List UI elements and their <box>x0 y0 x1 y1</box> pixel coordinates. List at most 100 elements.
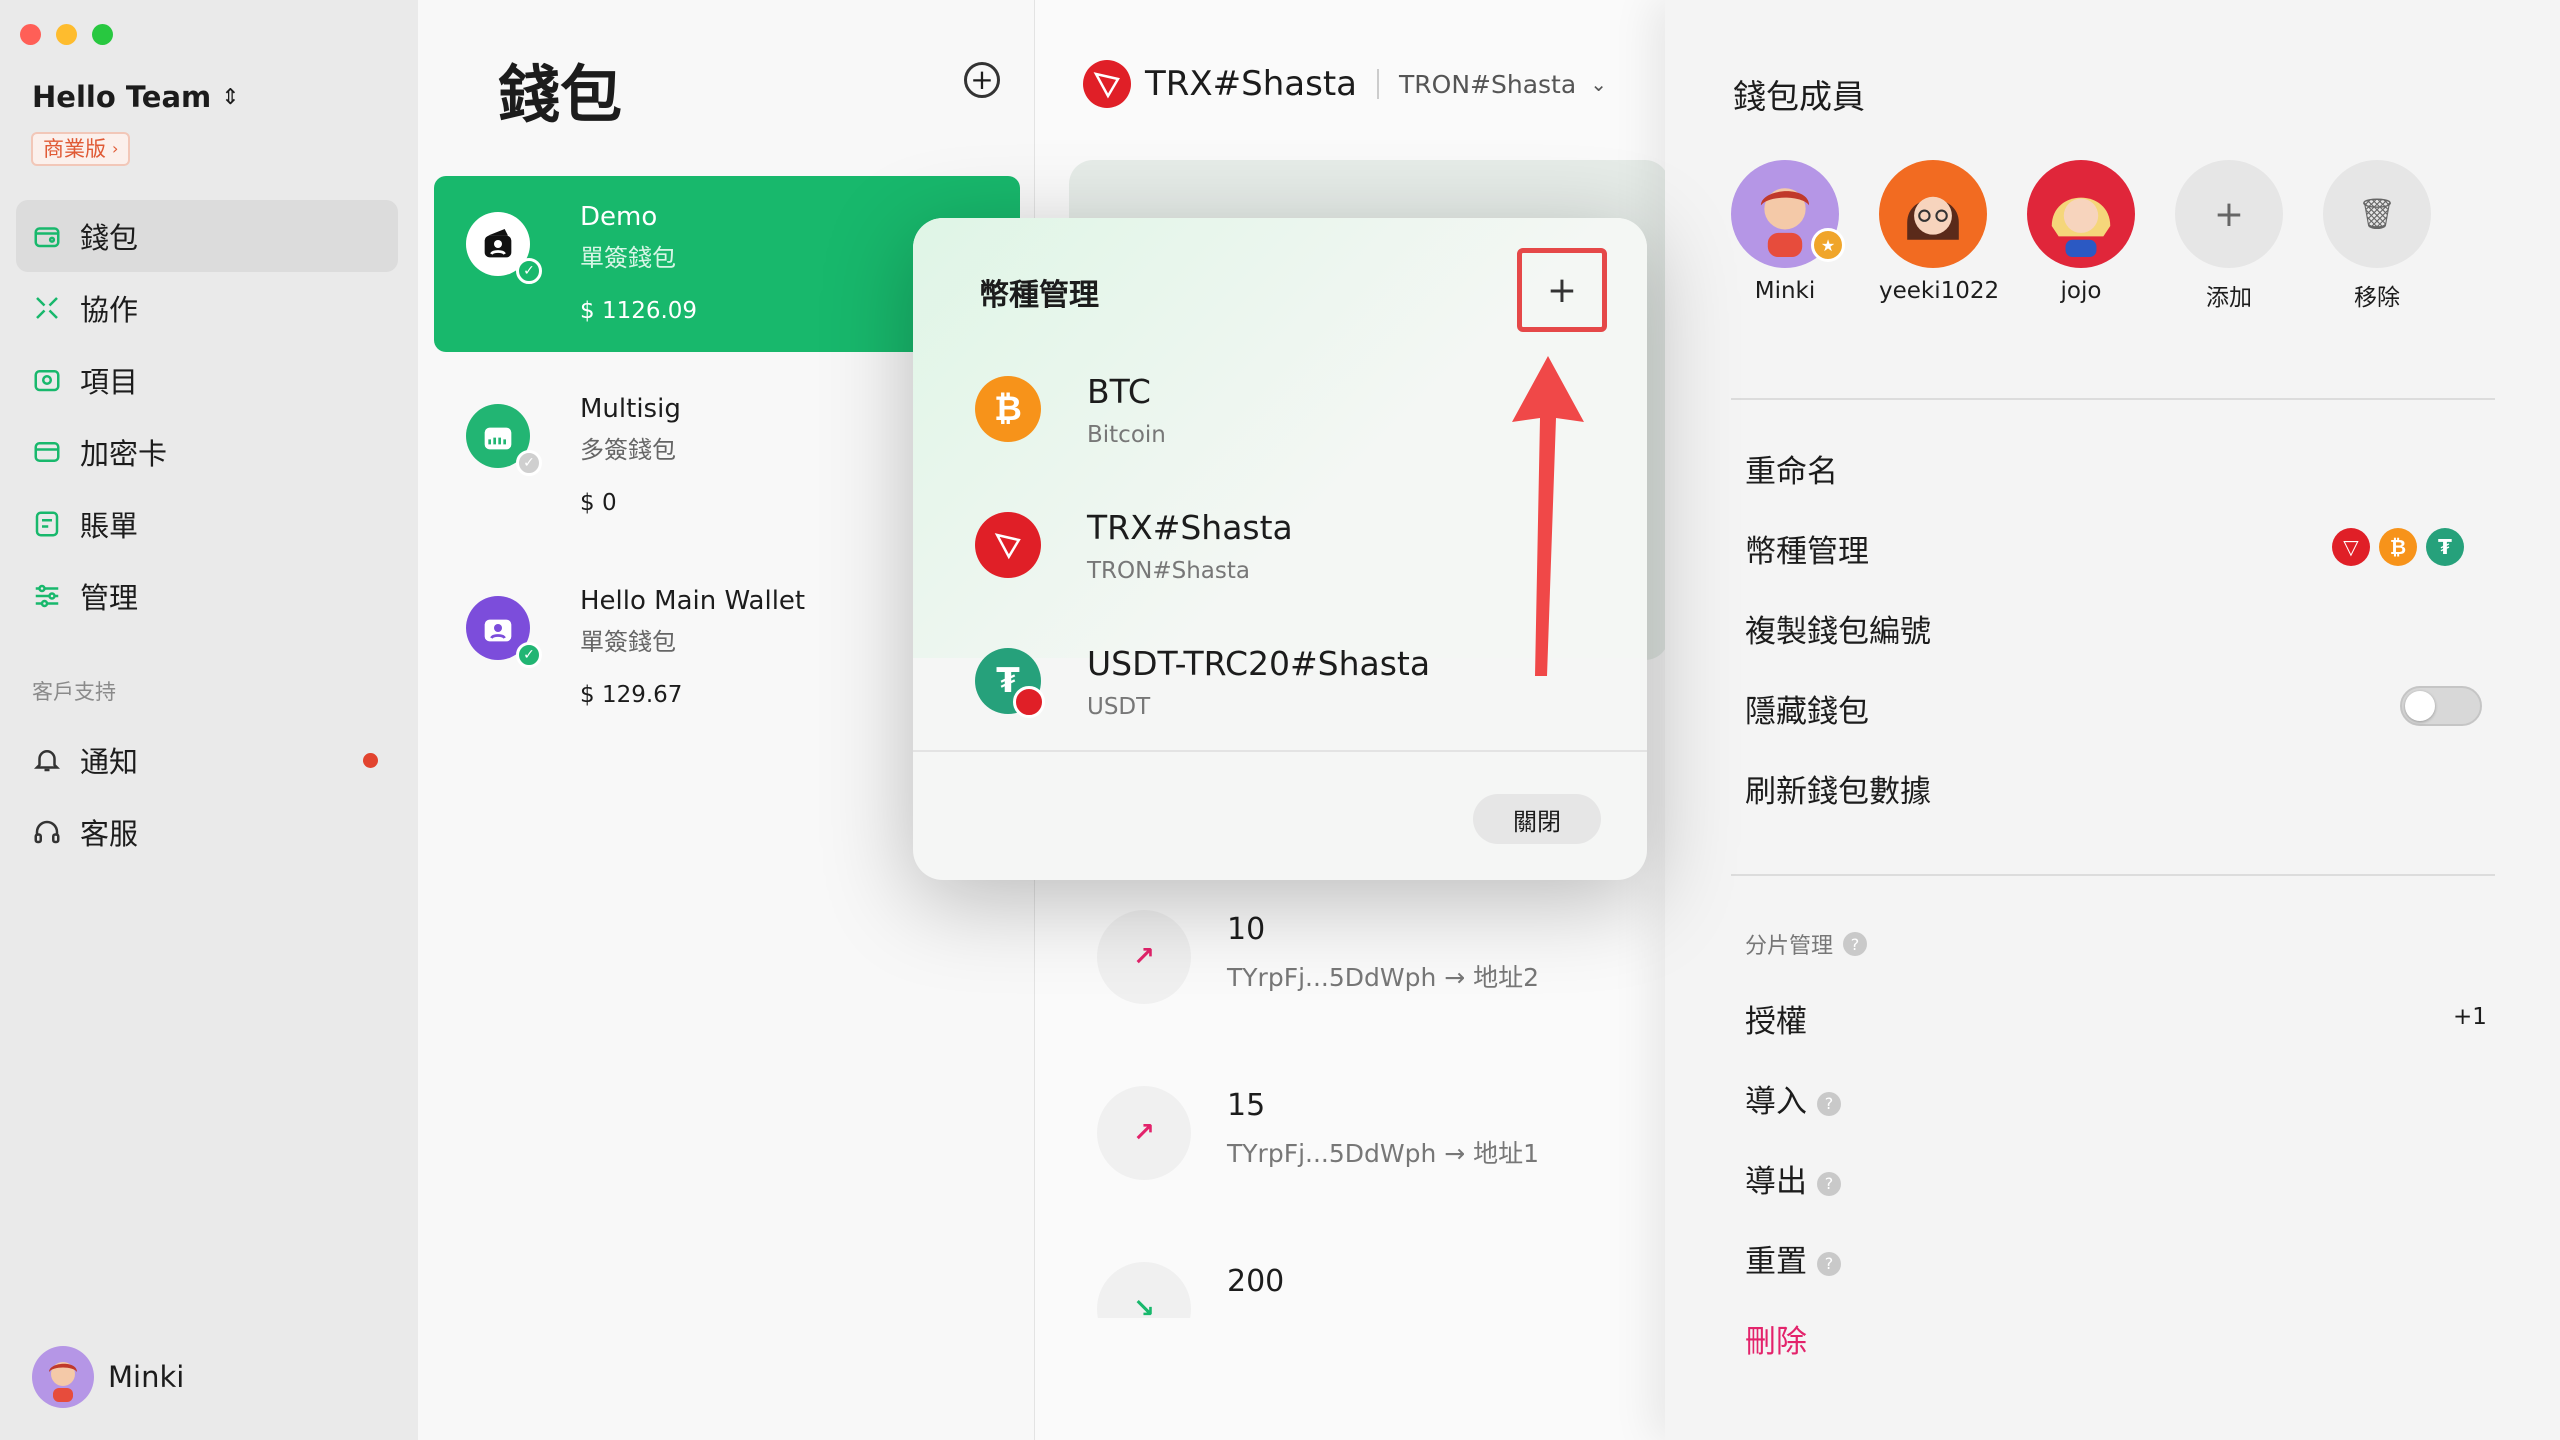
members-title: 錢包成員 <box>1733 77 1865 116</box>
sidebar: Hello Team ⇕ 商業版 › 錢包 協作 項目 加密卡 賬單 管理 客戶… <box>0 0 418 1440</box>
wallet-balance: $ 0 <box>580 490 617 516</box>
help-icon[interactable]: ? <box>1843 932 1868 956</box>
minimize-window-button[interactable] <box>56 24 77 45</box>
add-coin-button[interactable]: + <box>1517 248 1607 332</box>
window-controls <box>20 24 113 45</box>
unread-dot <box>363 752 378 768</box>
member-minki[interactable]: ★ Minki <box>1731 160 1845 312</box>
delete-wallet-action[interactable]: 刪除 <box>1745 1316 1807 1361</box>
chain-selector[interactable]: TRX#Shasta TRON#Shasta ⌄ <box>1083 60 1607 108</box>
coin-manage-action[interactable]: 幣種管理 <box>1745 526 1869 571</box>
sidebar-item-project[interactable]: 項目 <box>16 344 398 416</box>
hide-wallet-label: 隱藏錢包 <box>1745 694 1869 730</box>
add-member-button[interactable]: + 添加 <box>2175 160 2283 312</box>
close-window-button[interactable] <box>20 24 41 45</box>
help-icon[interactable]: ? <box>1817 1171 1841 1196</box>
member-yeeki1022[interactable]: yeeki1022 <box>1879 160 2000 312</box>
sliders-icon <box>35 584 59 608</box>
rename-action[interactable]: 重命名 <box>1745 446 1838 491</box>
avatar <box>32 1346 94 1408</box>
reset-label: 重置 <box>1745 1244 1807 1280</box>
tron-icon <box>975 512 1041 578</box>
main-nav: 錢包 協作 項目 加密卡 賬單 管理 <box>16 200 398 632</box>
sidebar-item-label: 管理 <box>80 581 139 615</box>
maximize-window-button[interactable] <box>92 24 113 45</box>
wallet-name: Demo <box>580 202 658 232</box>
member-name: yeeki1022 <box>1879 278 2000 304</box>
support-nav: 通知 客服 <box>16 724 398 868</box>
plus-icon: + <box>2175 160 2283 268</box>
sidebar-item-collaborate[interactable]: 協作 <box>16 272 398 344</box>
remove-member-button[interactable]: 🗑 移除 <box>2323 160 2431 312</box>
sidebar-item-notifications[interactable]: 通知 <box>16 724 398 796</box>
reset-action[interactable]: 重置? <box>1745 1236 1841 1281</box>
coin-name: USDT-TRC20#Shasta <box>1087 644 1431 683</box>
annotation-arrow-icon <box>1512 356 1584 676</box>
coin-row-usdt[interactable]: ₮ USDT-TRC20#Shasta USDT <box>975 638 1575 748</box>
incoming-arrow-icon: ↘ <box>1097 1262 1191 1318</box>
chevron-down-icon: ⌄ <box>1590 72 1607 96</box>
coin-name: BTC <box>1087 372 1151 411</box>
sidebar-item-manage[interactable]: 管理 <box>16 560 398 632</box>
transaction-row[interactable]: ↗ 15 TYrpFj...5DdWph → 地址1 <box>1097 1076 1617 1186</box>
copy-wallet-id-action[interactable]: 複製錢包編號 <box>1745 606 1931 651</box>
help-icon[interactable]: ? <box>1817 1251 1841 1276</box>
wallet-type: 單簽錢包 <box>580 244 676 272</box>
wallet-type: 多簽錢包 <box>580 436 676 464</box>
modal-title: 幣種管理 <box>979 278 1099 313</box>
coin-name: TRX#Shasta <box>1087 508 1293 547</box>
transaction-row[interactable]: ↘ 200 <box>1097 1252 1617 1318</box>
bill-icon <box>35 511 59 537</box>
bitcoin-icon: ₿ <box>975 376 1041 442</box>
verified-check-icon: ✓ <box>516 642 542 668</box>
avatar-face-icon <box>49 1362 77 1402</box>
coin-row-btc[interactable]: ₿ BTC Bitcoin <box>975 366 1575 476</box>
sidebar-item-label: 協作 <box>80 293 139 327</box>
plan-badge[interactable]: 商業版 › <box>31 132 131 166</box>
authorize-count: +1 <box>2453 1004 2487 1030</box>
export-action[interactable]: 導出? <box>1745 1156 1841 1201</box>
divider <box>913 750 1647 752</box>
chevron-updown-icon: ⇕ <box>221 84 240 110</box>
current-user[interactable]: Minki <box>32 1346 184 1408</box>
divider <box>1377 69 1380 99</box>
enabled-coins-preview: ▽ ₿ ₮ <box>2332 528 2464 566</box>
wallet-balance: $ 1126.09 <box>580 298 698 324</box>
sidebar-item-support[interactable]: 客服 <box>16 796 398 868</box>
user-name: Minki <box>108 1360 185 1394</box>
import-label: 導入 <box>1745 1084 1807 1120</box>
sidebar-item-bill[interactable]: 賬單 <box>16 488 398 560</box>
team-switcher[interactable]: Hello Team ⇕ <box>32 80 240 114</box>
authorize-action[interactable]: 授權 <box>1745 996 1807 1041</box>
owner-star-icon: ★ <box>1811 228 1845 262</box>
divider <box>1731 874 2495 876</box>
tx-amount: 200 <box>1227 1264 1285 1299</box>
chevron-right-icon: › <box>112 139 119 158</box>
help-icon[interactable]: ? <box>1817 1091 1841 1116</box>
coin-subtitle: Bitcoin <box>1087 422 1166 448</box>
tron-icon: ▽ <box>2332 528 2370 566</box>
tron-badge-icon <box>1013 686 1045 718</box>
sidebar-item-wallet[interactable]: 錢包 <box>16 200 398 272</box>
hide-wallet-toggle[interactable] <box>2400 686 2482 726</box>
coin-row-trx[interactable]: TRX#Shasta TRON#Shasta <box>975 502 1575 612</box>
member-list: ★ Minki yeeki1022 jojo + 添加 🗑 移除 <box>1731 160 2431 312</box>
chain-name: TRX#Shasta <box>1145 64 1358 104</box>
import-action[interactable]: 導入? <box>1745 1076 1841 1121</box>
add-member-label: 添加 <box>2206 285 2252 311</box>
sidebar-item-label: 錢包 <box>80 221 139 255</box>
divider <box>1731 398 2495 400</box>
add-wallet-button[interactable]: + <box>964 62 1000 98</box>
project-icon <box>34 370 60 392</box>
wallet-icon <box>34 227 60 248</box>
sidebar-item-card[interactable]: 加密卡 <box>16 416 398 488</box>
wallet-name: Multisig <box>580 394 681 424</box>
avatar-face-icon <box>2051 197 2111 257</box>
transaction-row[interactable]: ↗ 10 TYrpFj...5DdWph → 地址2 <box>1097 900 1617 1010</box>
close-modal-button[interactable]: 關閉 <box>1473 794 1601 844</box>
member-jojo[interactable]: jojo <box>2027 160 2135 312</box>
tx-amount: 10 <box>1227 912 1266 947</box>
multisig-icon <box>484 427 512 450</box>
refresh-wallet-action[interactable]: 刷新錢包數據 <box>1745 766 1931 811</box>
remove-member-label: 移除 <box>2354 285 2400 311</box>
